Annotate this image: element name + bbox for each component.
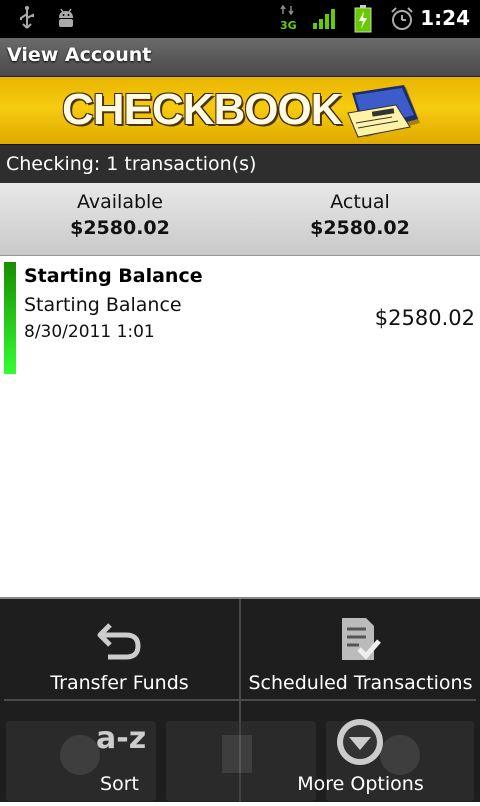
status-bar: 3G 1:24 [0, 0, 480, 38]
transaction-date: 8/30/2011 1:01 [24, 322, 155, 342]
usb-icon [16, 6, 38, 36]
balances-panel: Available $2580.02 Actual $2580.02 [0, 183, 480, 256]
alarm-icon [389, 6, 415, 36]
a-z-sort-icon: a-z [96, 721, 147, 756]
actual-label: Actual [330, 191, 390, 213]
menu-item-label: More Options [297, 773, 424, 795]
checkbook-banner: CHECKBOOK [0, 77, 480, 144]
transaction-row[interactable]: Starting Balance Starting Balance 8/30/2… [0, 258, 480, 378]
undo-arrow-icon [96, 619, 142, 665]
account-summary-bar: Checking: 1 transaction(s) [0, 144, 480, 184]
options-menu: Transfer Funds Scheduled Transactions a-… [0, 597, 480, 802]
transaction-title: Starting Balance [24, 265, 203, 287]
sort-menu-item[interactable]: a-z Sort [0, 701, 239, 801]
banner-title: CHECKBOOK [62, 85, 342, 134]
title-bar: View Account [0, 38, 480, 77]
checkbook-logo-icon [344, 83, 422, 145]
transfer-funds-menu-item[interactable]: Transfer Funds [0, 599, 239, 699]
transaction-description: Starting Balance [24, 294, 182, 316]
available-balance: Available $2580.02 [0, 191, 240, 239]
android-debug-icon [54, 6, 78, 34]
transaction-amount: $2580.02 [374, 306, 475, 330]
more-options-menu-item[interactable]: More Options [241, 701, 480, 801]
actual-balance: Actual $2580.02 [240, 191, 480, 239]
scheduled-transactions-menu-item[interactable]: Scheduled Transactions [241, 599, 480, 699]
actual-value: $2580.02 [310, 217, 410, 239]
signal-icon [312, 8, 338, 34]
transaction-status-indicator [4, 262, 16, 374]
battery-charging-icon [354, 5, 372, 37]
3g-data-icon: 3G [278, 4, 298, 36]
account-summary: Checking: 1 transaction(s) [6, 153, 257, 175]
menu-item-label: Transfer Funds [50, 672, 189, 694]
status-clock: 1:24 [420, 6, 470, 30]
svg-text:3G: 3G [280, 19, 297, 32]
more-options-icon [335, 717, 385, 771]
checklist-icon [339, 615, 383, 667]
available-label: Available [76, 191, 163, 213]
available-value: $2580.02 [70, 217, 170, 239]
menu-item-label: Scheduled Transactions [248, 672, 473, 694]
menu-item-label: Sort [100, 773, 139, 795]
page-title: View Account [7, 44, 152, 66]
